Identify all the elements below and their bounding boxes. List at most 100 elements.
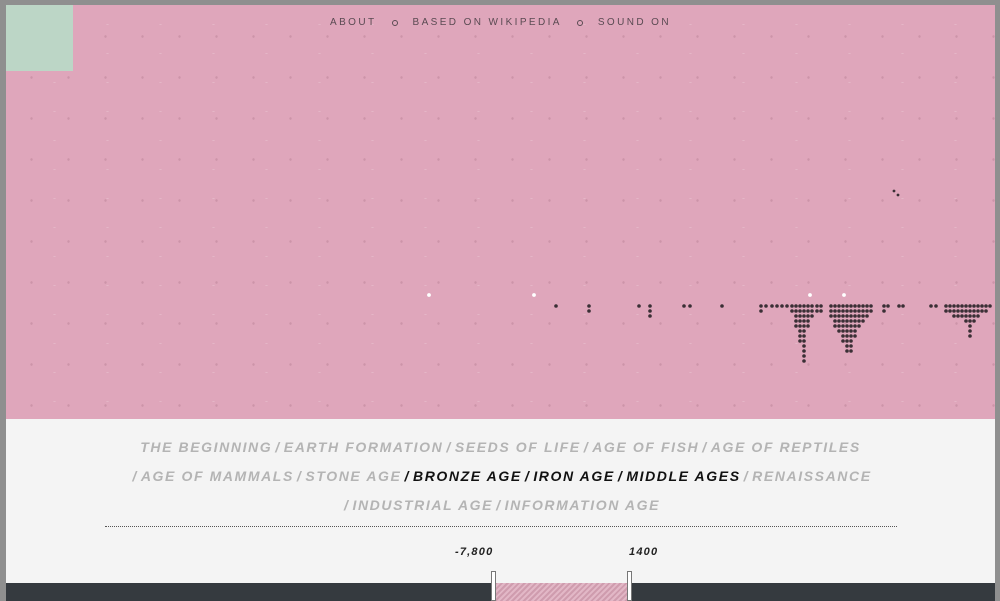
event-dot[interactable] — [720, 304, 724, 308]
event-dot[interactable] — [845, 319, 849, 323]
event-dot[interactable] — [968, 329, 972, 333]
event-dot[interactable] — [775, 304, 779, 308]
event-dot[interactable] — [976, 304, 980, 308]
event-dot[interactable] — [857, 309, 861, 313]
era-stone-age[interactable]: STONE AGE — [305, 468, 401, 484]
event-dot[interactable] — [806, 319, 810, 323]
event-dot[interactable] — [882, 304, 886, 308]
era-bronze-age[interactable]: BRONZE AGE — [413, 468, 522, 484]
event-dot[interactable] — [901, 304, 905, 308]
event-dot[interactable] — [815, 304, 819, 308]
event-dot[interactable] — [841, 329, 845, 333]
event-dot[interactable] — [956, 309, 960, 313]
event-dot[interactable] — [845, 304, 849, 308]
event-dot[interactable] — [637, 304, 641, 308]
event-dot[interactable] — [849, 319, 853, 323]
event-dot[interactable] — [964, 309, 968, 313]
event-dot[interactable] — [798, 339, 802, 343]
era-information-age[interactable]: INFORMATION AGE — [505, 497, 660, 513]
event-dot[interactable] — [897, 304, 901, 308]
event-dot[interactable] — [554, 304, 558, 308]
event-visualization-stage[interactable]: ABOUT BASED ON WIKIPEDIA SOUND ON — [6, 5, 995, 419]
event-dot[interactable] — [861, 309, 865, 313]
event-dot[interactable] — [815, 309, 819, 313]
event-dot[interactable] — [865, 304, 869, 308]
era-renaissance[interactable]: RENAISSANCE — [752, 468, 872, 484]
event-dot[interactable] — [968, 304, 972, 308]
event-dot[interactable] — [794, 324, 798, 328]
era-the-beginning[interactable]: THE BEGINNING — [140, 439, 272, 455]
event-dot[interactable] — [770, 304, 774, 308]
event-dot[interactable] — [849, 344, 853, 348]
event-dot[interactable] — [802, 324, 806, 328]
event-dot[interactable] — [853, 314, 857, 318]
timeline-selected-range[interactable] — [495, 583, 630, 601]
event-dot[interactable] — [833, 304, 837, 308]
event-dot[interactable] — [853, 324, 857, 328]
event-dot[interactable] — [853, 304, 857, 308]
event-dot[interactable] — [688, 304, 692, 308]
event-dot[interactable] — [980, 304, 984, 308]
event-dot[interactable] — [849, 339, 853, 343]
event-dot[interactable] — [829, 304, 833, 308]
event-dot[interactable] — [648, 304, 652, 308]
event-dot[interactable] — [802, 339, 806, 343]
event-dot[interactable] — [882, 309, 886, 313]
event-dot[interactable] — [934, 304, 938, 308]
event-dot[interactable] — [785, 304, 789, 308]
event-dot[interactable] — [849, 314, 853, 318]
event-dot[interactable] — [808, 293, 812, 297]
event-dot[interactable] — [861, 314, 865, 318]
event-dots-chart[interactable] — [6, 5, 995, 419]
event-dot[interactable] — [532, 293, 536, 297]
event-dot[interactable] — [952, 304, 956, 308]
event-dot[interactable] — [790, 309, 794, 313]
event-dot[interactable] — [849, 329, 853, 333]
event-dot[interactable] — [806, 324, 810, 328]
event-dot[interactable] — [952, 309, 956, 313]
event-dot[interactable] — [845, 314, 849, 318]
event-dot[interactable] — [794, 309, 798, 313]
event-dot[interactable] — [837, 304, 841, 308]
event-dot[interactable] — [802, 329, 806, 333]
event-dot[interactable] — [948, 309, 952, 313]
era-age-of-reptiles[interactable]: AGE OF REPTILES — [711, 439, 861, 455]
event-dot[interactable] — [849, 349, 853, 353]
event-dot[interactable] — [837, 309, 841, 313]
event-dot[interactable] — [944, 304, 948, 308]
event-dot[interactable] — [802, 349, 806, 353]
event-dot[interactable] — [980, 309, 984, 313]
event-dot[interactable] — [648, 314, 652, 318]
event-dot[interactable] — [952, 314, 956, 318]
event-dot[interactable] — [853, 319, 857, 323]
event-dot[interactable] — [857, 314, 861, 318]
event-dot[interactable] — [833, 309, 837, 313]
event-dot[interactable] — [984, 304, 988, 308]
era-iron-age[interactable]: IRON AGE — [533, 468, 615, 484]
event-dot[interactable] — [802, 314, 806, 318]
event-dot[interactable] — [819, 309, 823, 313]
event-dot[interactable] — [587, 309, 591, 313]
era-industrial-age[interactable]: INDUSTRIAL AGE — [352, 497, 493, 513]
event-dot[interactable] — [806, 309, 810, 313]
event-dot[interactable] — [427, 293, 431, 297]
event-dot[interactable] — [964, 319, 968, 323]
event-dot[interactable] — [759, 309, 763, 313]
event-dot[interactable] — [984, 309, 988, 313]
event-dot[interactable] — [802, 304, 806, 308]
event-dot[interactable] — [960, 309, 964, 313]
event-dot[interactable] — [968, 309, 972, 313]
range-start-handle[interactable] — [491, 571, 496, 601]
event-dot[interactable] — [960, 314, 964, 318]
event-dot[interactable] — [968, 314, 972, 318]
event-dot[interactable] — [948, 304, 952, 308]
event-dot[interactable] — [865, 314, 869, 318]
event-dot[interactable] — [798, 334, 802, 338]
event-dot[interactable] — [964, 304, 968, 308]
event-dot[interactable] — [837, 314, 841, 318]
event-dot[interactable] — [833, 319, 837, 323]
event-dot[interactable] — [794, 304, 798, 308]
event-dot[interactable] — [587, 304, 591, 308]
event-dot[interactable] — [802, 344, 806, 348]
event-dot[interactable] — [798, 309, 802, 313]
